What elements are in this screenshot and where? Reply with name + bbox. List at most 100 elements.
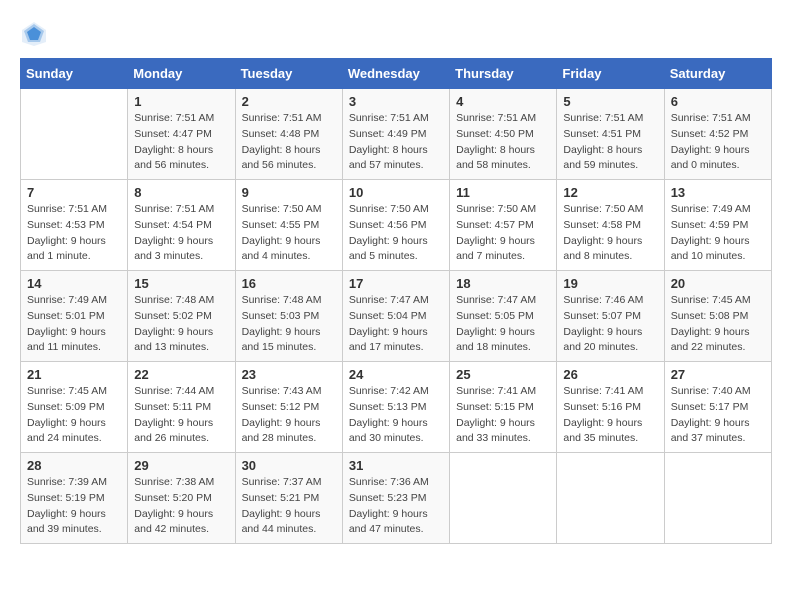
- day-number: 7: [27, 185, 121, 200]
- logo-icon: [20, 20, 48, 48]
- calendar-cell: 28Sunrise: 7:39 AM Sunset: 5:19 PM Dayli…: [21, 453, 128, 544]
- day-header-saturday: Saturday: [664, 59, 771, 89]
- logo: [20, 20, 52, 48]
- day-header-sunday: Sunday: [21, 59, 128, 89]
- cell-info: Sunrise: 7:37 AM Sunset: 5:21 PM Dayligh…: [242, 475, 336, 538]
- day-number: 26: [563, 367, 657, 382]
- day-number: 2: [242, 94, 336, 109]
- calendar-cell: [21, 89, 128, 180]
- calendar-cell: 2 Sunrise: 7:51 AM Sunset: 4:48 PM Daylig…: [235, 89, 342, 180]
- cell-info: Sunrise: 7:50 AM Sunset: 4:57 PM Dayligh…: [456, 202, 550, 265]
- calendar-cell: 7 Sunrise: 7:51 AM Sunset: 4:53 PM Daylig…: [21, 180, 128, 271]
- cell-info: Sunrise: 7:42 AM Sunset: 5:13 PM Dayligh…: [349, 384, 443, 447]
- day-number: 8: [134, 185, 228, 200]
- day-number: 16: [242, 276, 336, 291]
- calendar-cell: 10Sunrise: 7:50 AM Sunset: 4:56 PM Dayli…: [342, 180, 449, 271]
- cell-info: Sunrise: 7:39 AM Sunset: 5:19 PM Dayligh…: [27, 475, 121, 538]
- day-number: 10: [349, 185, 443, 200]
- cell-info: Sunrise: 7:45 AM Sunset: 5:08 PM Dayligh…: [671, 293, 765, 356]
- day-number: 31: [349, 458, 443, 473]
- cell-info: Sunrise: 7:51 AM Sunset: 4:51 PM Dayligh…: [563, 111, 657, 174]
- calendar-cell: 27 Sunrise: 7:40 AM Sunset: 5:17 PM Dayli…: [664, 362, 771, 453]
- cell-info: Sunrise: 7:51 AM Sunset: 4:47 PM Dayligh…: [134, 111, 228, 174]
- day-number: 23: [242, 367, 336, 382]
- cell-info: Sunrise: 7:47 AM Sunset: 5:04 PM Dayligh…: [349, 293, 443, 356]
- cell-info: Sunrise: 7:51 AM Sunset: 4:52 PM Dayligh…: [671, 111, 765, 174]
- cell-info: Sunrise: 7:50 AM Sunset: 4:55 PM Dayligh…: [242, 202, 336, 265]
- calendar-cell: [557, 453, 664, 544]
- day-number: 14: [27, 276, 121, 291]
- day-header-thursday: Thursday: [450, 59, 557, 89]
- calendar-cell: [450, 453, 557, 544]
- page-header: [20, 20, 772, 48]
- cell-info: Sunrise: 7:40 AM Sunset: 5:17 PM Dayligh…: [671, 384, 765, 447]
- days-header-row: SundayMondayTuesdayWednesdayThursdayFrid…: [21, 59, 772, 89]
- cell-info: Sunrise: 7:51 AM Sunset: 4:49 PM Dayligh…: [349, 111, 443, 174]
- week-row-4: 21Sunrise: 7:45 AM Sunset: 5:09 PM Dayli…: [21, 362, 772, 453]
- cell-info: Sunrise: 7:44 AM Sunset: 5:11 PM Dayligh…: [134, 384, 228, 447]
- calendar-cell: 31Sunrise: 7:36 AM Sunset: 5:23 PM Dayli…: [342, 453, 449, 544]
- calendar-cell: 5 Sunrise: 7:51 AM Sunset: 4:51 PM Daylig…: [557, 89, 664, 180]
- day-number: 11: [456, 185, 550, 200]
- calendar-cell: 13Sunrise: 7:49 AM Sunset: 4:59 PM Dayli…: [664, 180, 771, 271]
- calendar-cell: 25Sunrise: 7:41 AM Sunset: 5:15 PM Dayli…: [450, 362, 557, 453]
- day-header-friday: Friday: [557, 59, 664, 89]
- calendar-cell: [664, 453, 771, 544]
- day-number: 13: [671, 185, 765, 200]
- calendar-cell: 18 Sunrise: 7:47 AM Sunset: 5:05 PM Dayli…: [450, 271, 557, 362]
- week-row-5: 28Sunrise: 7:39 AM Sunset: 5:19 PM Dayli…: [21, 453, 772, 544]
- day-number: 27: [671, 367, 765, 382]
- day-number: 12: [563, 185, 657, 200]
- calendar-cell: 9 Sunrise: 7:50 AM Sunset: 4:55 PM Daylig…: [235, 180, 342, 271]
- calendar-cell: 26 Sunrise: 7:41 AM Sunset: 5:16 PM Dayli…: [557, 362, 664, 453]
- calendar-cell: 11 Sunrise: 7:50 AM Sunset: 4:57 PM Dayli…: [450, 180, 557, 271]
- calendar-cell: 24 Sunrise: 7:42 AM Sunset: 5:13 PM Dayli…: [342, 362, 449, 453]
- cell-info: Sunrise: 7:51 AM Sunset: 4:50 PM Dayligh…: [456, 111, 550, 174]
- calendar-cell: 22 Sunrise: 7:44 AM Sunset: 5:11 PM Dayli…: [128, 362, 235, 453]
- cell-info: Sunrise: 7:41 AM Sunset: 5:15 PM Dayligh…: [456, 384, 550, 447]
- day-number: 9: [242, 185, 336, 200]
- week-row-1: 1Sunrise: 7:51 AM Sunset: 4:47 PM Daylig…: [21, 89, 772, 180]
- week-row-3: 14 Sunrise: 7:49 AM Sunset: 5:01 PM Dayli…: [21, 271, 772, 362]
- calendar-cell: 15Sunrise: 7:48 AM Sunset: 5:02 PM Dayli…: [128, 271, 235, 362]
- calendar-cell: 20 Sunrise: 7:45 AM Sunset: 5:08 PM Dayli…: [664, 271, 771, 362]
- cell-info: Sunrise: 7:46 AM Sunset: 5:07 PM Dayligh…: [563, 293, 657, 356]
- cell-info: Sunrise: 7:51 AM Sunset: 4:48 PM Dayligh…: [242, 111, 336, 174]
- day-number: 20: [671, 276, 765, 291]
- day-number: 4: [456, 94, 550, 109]
- calendar-cell: 23 Sunrise: 7:43 AM Sunset: 5:12 PM Dayli…: [235, 362, 342, 453]
- calendar-cell: 14 Sunrise: 7:49 AM Sunset: 5:01 PM Dayli…: [21, 271, 128, 362]
- calendar-cell: 8 Sunrise: 7:51 AM Sunset: 4:54 PM Daylig…: [128, 180, 235, 271]
- day-number: 30: [242, 458, 336, 473]
- day-number: 19: [563, 276, 657, 291]
- calendar-cell: 4 Sunrise: 7:51 AM Sunset: 4:50 PM Daylig…: [450, 89, 557, 180]
- day-number: 6: [671, 94, 765, 109]
- cell-info: Sunrise: 7:50 AM Sunset: 4:58 PM Dayligh…: [563, 202, 657, 265]
- cell-info: Sunrise: 7:41 AM Sunset: 5:16 PM Dayligh…: [563, 384, 657, 447]
- cell-info: Sunrise: 7:47 AM Sunset: 5:05 PM Dayligh…: [456, 293, 550, 356]
- calendar-cell: 16 Sunrise: 7:48 AM Sunset: 5:03 PM Dayli…: [235, 271, 342, 362]
- day-header-tuesday: Tuesday: [235, 59, 342, 89]
- calendar-cell: 29Sunrise: 7:38 AM Sunset: 5:20 PM Dayli…: [128, 453, 235, 544]
- cell-info: Sunrise: 7:43 AM Sunset: 5:12 PM Dayligh…: [242, 384, 336, 447]
- day-number: 22: [134, 367, 228, 382]
- day-number: 3: [349, 94, 443, 109]
- day-number: 5: [563, 94, 657, 109]
- calendar-cell: 30 Sunrise: 7:37 AM Sunset: 5:21 PM Dayli…: [235, 453, 342, 544]
- cell-info: Sunrise: 7:38 AM Sunset: 5:20 PM Dayligh…: [134, 475, 228, 538]
- day-number: 24: [349, 367, 443, 382]
- day-number: 18: [456, 276, 550, 291]
- calendar-cell: 6 Sunrise: 7:51 AM Sunset: 4:52 PM Daylig…: [664, 89, 771, 180]
- cell-info: Sunrise: 7:49 AM Sunset: 5:01 PM Dayligh…: [27, 293, 121, 356]
- calendar-cell: 19 Sunrise: 7:46 AM Sunset: 5:07 PM Dayli…: [557, 271, 664, 362]
- day-number: 21: [27, 367, 121, 382]
- cell-info: Sunrise: 7:51 AM Sunset: 4:54 PM Dayligh…: [134, 202, 228, 265]
- calendar-cell: 21Sunrise: 7:45 AM Sunset: 5:09 PM Dayli…: [21, 362, 128, 453]
- calendar-cell: 3 Sunrise: 7:51 AM Sunset: 4:49 PM Daylig…: [342, 89, 449, 180]
- cell-info: Sunrise: 7:51 AM Sunset: 4:53 PM Dayligh…: [27, 202, 121, 265]
- day-header-wednesday: Wednesday: [342, 59, 449, 89]
- cell-info: Sunrise: 7:48 AM Sunset: 5:02 PM Dayligh…: [134, 293, 228, 356]
- cell-info: Sunrise: 7:48 AM Sunset: 5:03 PM Dayligh…: [242, 293, 336, 356]
- calendar-table: SundayMondayTuesdayWednesdayThursdayFrid…: [20, 58, 772, 544]
- day-header-monday: Monday: [128, 59, 235, 89]
